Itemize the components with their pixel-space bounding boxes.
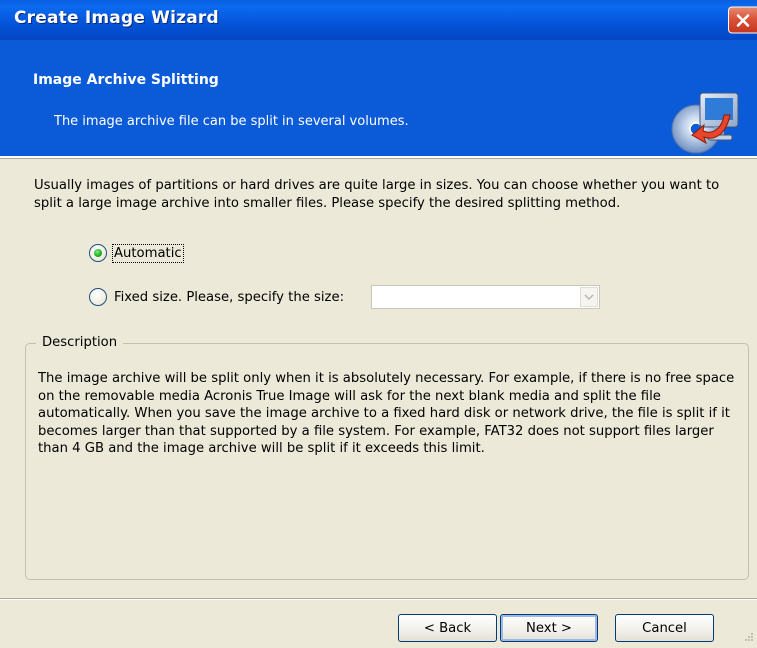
wizard-disk-arrow-icon xyxy=(671,92,739,154)
automatic-label[interactable]: Automatic xyxy=(112,243,184,263)
header-subtitle: The image archive file can be split in s… xyxy=(54,114,409,129)
window-title: Create Image Wizard xyxy=(14,8,219,28)
size-select[interactable] xyxy=(371,285,600,309)
description-text: The image archive will be split only whe… xyxy=(38,371,735,456)
fixed-size-label[interactable]: Fixed size. Please, specify the size: xyxy=(114,290,344,305)
close-icon xyxy=(736,14,750,27)
wizard-header: Image Archive Splitting The image archiv… xyxy=(0,40,757,156)
automatic-option[interactable]: Automatic xyxy=(89,243,184,263)
cancel-button[interactable]: Cancel xyxy=(615,614,714,642)
intro-text: Usually images of partitions or hard dri… xyxy=(34,178,720,211)
title-bar[interactable]: Create Image Wizard xyxy=(0,0,757,40)
create-image-wizard-window: Create Image Wizard Image Archive Splitt… xyxy=(0,0,757,648)
size-select-dropdown[interactable] xyxy=(580,287,598,307)
automatic-radio[interactable] xyxy=(89,244,107,262)
header-title: Image Archive Splitting xyxy=(33,72,219,88)
resize-grip-icon[interactable] xyxy=(740,630,754,644)
next-button[interactable]: Next > xyxy=(500,614,598,642)
back-button[interactable]: < Back xyxy=(398,614,497,642)
description-legend: Description xyxy=(36,335,124,350)
footer-separator xyxy=(0,598,757,600)
fixed-size-radio[interactable] xyxy=(89,288,107,306)
chevron-down-icon xyxy=(584,294,594,301)
fixed-size-option[interactable]: Fixed size. Please, specify the size: xyxy=(89,288,344,306)
close-button[interactable] xyxy=(728,6,757,34)
header-separator xyxy=(0,156,757,159)
